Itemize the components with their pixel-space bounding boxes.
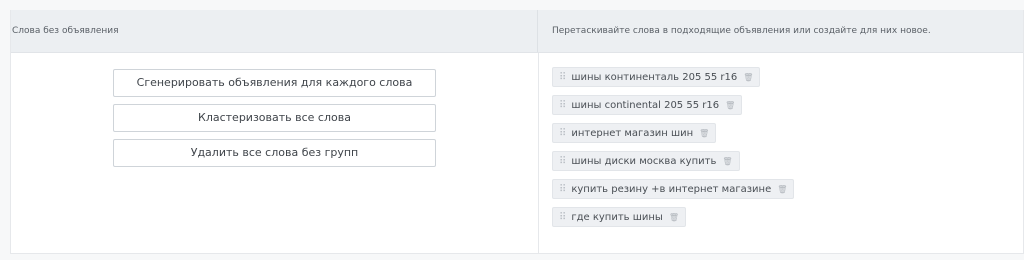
trash-icon[interactable]: 🗑 [725,101,735,110]
trash-icon[interactable]: 🗑 [722,157,732,166]
word-chip[interactable]: ⠿ шины continental 205 55 r16 🗑 [552,95,743,115]
trash-icon[interactable]: 🗑 [777,185,787,194]
drag-handle-icon[interactable]: ⠿ [559,212,566,223]
drag-handle-icon[interactable]: ⠿ [559,72,566,83]
word-chip-label: шины continental 205 55 r16 [571,99,720,111]
word-chip-label: шины диски москва купить [571,155,717,167]
drag-handle-icon[interactable]: ⠿ [559,100,566,111]
keywords-panel: Слова без объявления Перетаскивайте слов… [10,10,1024,254]
word-chip[interactable]: ⠿ где купить шины 🗑 [552,207,686,227]
word-chip-label: шины континенталь 205 55 r16 [571,71,738,83]
word-chip[interactable]: ⠿ шины континенталь 205 55 r16 🗑 [552,67,761,87]
cluster-words-button[interactable]: Кластеризовать все слова [113,104,436,132]
word-chip-label: купить резину +в интернет магазине [571,183,772,195]
drag-handle-icon[interactable]: ⠿ [559,128,566,139]
column-divider [538,53,539,253]
trash-icon[interactable]: 🗑 [699,129,709,138]
panel-header: Слова без объявления Перетаскивайте слов… [11,10,1023,53]
word-chip-label: где купить шины [571,211,663,223]
word-chip[interactable]: ⠿ интернет магазин шин 🗑 [552,123,717,143]
drag-handle-icon[interactable]: ⠿ [559,156,566,167]
word-chip-label: интернет магазин шин [571,127,694,139]
word-chip[interactable]: ⠿ шины диски москва купить 🗑 [552,151,740,171]
trash-icon[interactable]: 🗑 [669,213,679,222]
trash-icon[interactable]: 🗑 [743,73,753,82]
delete-ungrouped-words-button[interactable]: Удалить все слова без групп [113,139,436,167]
drag-handle-icon[interactable]: ⠿ [559,184,566,195]
actions-column: Сгенерировать объявления для каждого сло… [113,69,436,174]
generate-ads-button[interactable]: Сгенерировать объявления для каждого сло… [113,69,436,97]
word-chip-list: ⠿ шины континенталь 205 55 r16 🗑 ⠿ шины … [552,67,795,235]
word-chip[interactable]: ⠿ купить резину +в интернет магазине 🗑 [552,179,795,199]
drag-hint: Перетаскивайте слова в подходящие объявл… [552,26,931,36]
unassigned-words-title: Слова без объявления [11,10,538,52]
